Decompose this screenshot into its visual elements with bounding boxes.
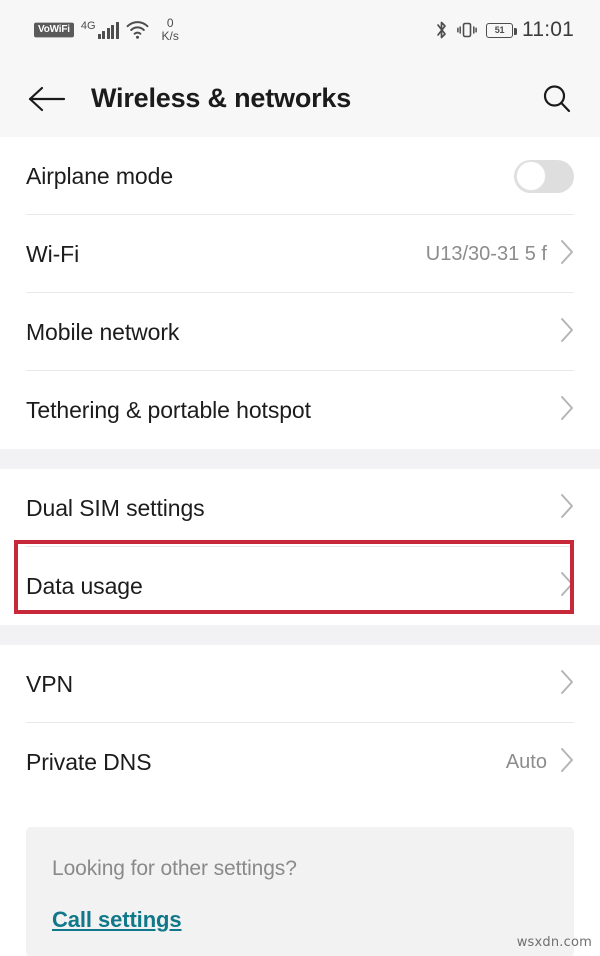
status-bar-right: 51 11:01	[435, 18, 574, 42]
other-settings-card: Looking for other settings? Call setting…	[26, 827, 574, 956]
settings-group-sim-data: Dual SIM settings Data usage	[0, 469, 600, 625]
status-bar-clock: 11:01	[522, 18, 574, 41]
row-label: Tethering & portable hotspot	[26, 396, 311, 423]
wifi-icon	[126, 21, 149, 39]
battery-level-label: 51	[494, 24, 505, 35]
data-speed-indicator: 0 K/s	[162, 17, 179, 42]
section-separator	[0, 449, 600, 469]
phone-screen: VoWiFi 4G 0 K/s 51 11:01 Wireless & netw…	[0, 0, 600, 956]
chevron-right-icon	[560, 571, 574, 602]
app-bar: Wireless & networks	[0, 60, 600, 137]
chevron-right-icon	[560, 493, 574, 524]
section-separator	[0, 625, 600, 645]
row-value: U13/30-31 5 f	[425, 242, 547, 265]
chevron-right-icon	[560, 669, 574, 700]
other-settings-prompt: Looking for other settings?	[52, 857, 297, 880]
network-type-label: 4G	[80, 19, 96, 32]
row-vpn[interactable]: VPN	[0, 645, 600, 723]
status-bar: VoWiFi 4G 0 K/s 51 11:01	[0, 0, 600, 60]
vowifi-icon: VoWiFi	[34, 22, 74, 38]
row-label: Private DNS	[26, 748, 152, 775]
row-label: VPN	[26, 670, 73, 697]
toggle-knob	[515, 161, 546, 191]
vibrate-icon	[457, 20, 477, 40]
signal-bars-icon	[97, 21, 119, 39]
search-icon[interactable]	[540, 82, 574, 116]
chevron-right-icon	[560, 395, 574, 426]
row-private-dns[interactable]: Private DNS Auto	[0, 723, 600, 801]
row-airplane-mode[interactable]: Airplane mode	[0, 137, 600, 215]
chevron-right-icon	[560, 747, 574, 778]
settings-group-connectivity: Airplane mode Wi-Fi U13/30-31 5 f Mobile…	[0, 137, 600, 449]
data-speed-unit: K/s	[161, 29, 179, 43]
chevron-right-icon	[560, 239, 574, 270]
row-label: Dual SIM settings	[26, 494, 205, 521]
row-mobile-network[interactable]: Mobile network	[0, 293, 600, 371]
row-label: Airplane mode	[26, 162, 174, 189]
row-label: Mobile network	[26, 318, 180, 345]
row-tethering-hotspot[interactable]: Tethering & portable hotspot	[0, 371, 600, 449]
chevron-right-icon	[560, 317, 574, 348]
battery-icon: 51	[486, 22, 517, 38]
row-wifi[interactable]: Wi-Fi U13/30-31 5 f	[0, 215, 600, 293]
call-settings-link[interactable]: Call settings	[52, 907, 182, 933]
page-title: Wireless & networks	[91, 83, 352, 113]
row-data-usage[interactable]: Data usage	[0, 547, 600, 625]
status-bar-left: VoWiFi 4G 0 K/s	[34, 17, 179, 42]
settings-group-vpn-dns: VPN Private DNS Auto	[0, 645, 600, 801]
row-label: Wi-Fi	[26, 240, 80, 267]
airplane-mode-toggle[interactable]	[514, 159, 574, 193]
mobile-signal-indicator: 4G	[80, 19, 119, 39]
row-dual-sim-settings[interactable]: Dual SIM settings	[0, 469, 600, 547]
row-label: Data usage	[26, 572, 143, 599]
back-arrow-icon[interactable]	[28, 85, 66, 113]
footer-area: Looking for other settings? Call setting…	[0, 801, 600, 956]
row-value: Auto	[505, 750, 547, 773]
watermark: wsxdn.com	[516, 935, 592, 950]
bluetooth-icon	[435, 20, 448, 40]
